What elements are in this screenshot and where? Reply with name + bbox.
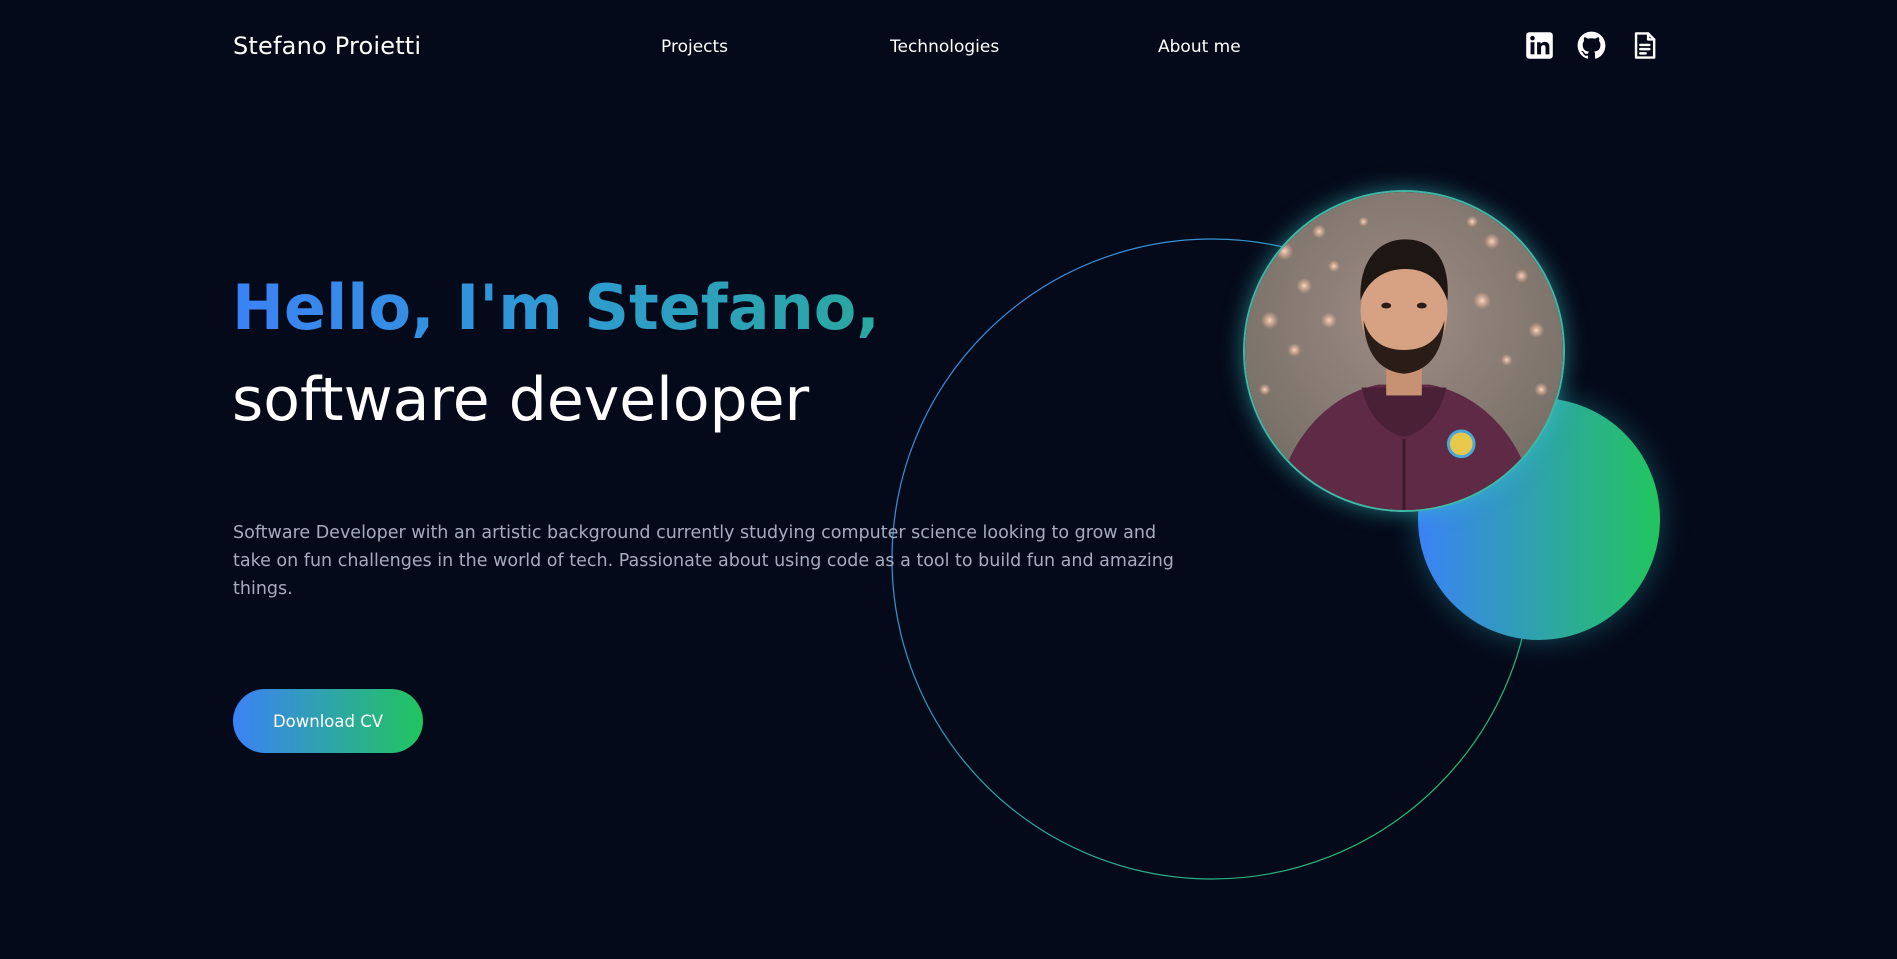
document-icon[interactable] <box>1630 31 1659 60</box>
avatar <box>1243 190 1565 512</box>
nav-technologies[interactable]: Technologies <box>890 36 999 58</box>
brand-name[interactable]: Stefano Proietti <box>233 30 421 62</box>
nav-projects[interactable]: Projects <box>661 36 728 58</box>
nav-about-me[interactable]: About me <box>1158 36 1241 58</box>
page: Stefano Proietti Projects Technologies A… <box>0 0 1897 959</box>
download-cv-button[interactable]: Download CV <box>233 689 423 753</box>
hero-greeting: Hello, I'm Stefano, <box>232 268 880 348</box>
hero-role: software developer <box>232 365 810 435</box>
hero-description: Software Developer with an artistic back… <box>233 523 1174 599</box>
github-icon[interactable] <box>1577 31 1606 60</box>
linkedin-icon[interactable] <box>1525 31 1554 60</box>
